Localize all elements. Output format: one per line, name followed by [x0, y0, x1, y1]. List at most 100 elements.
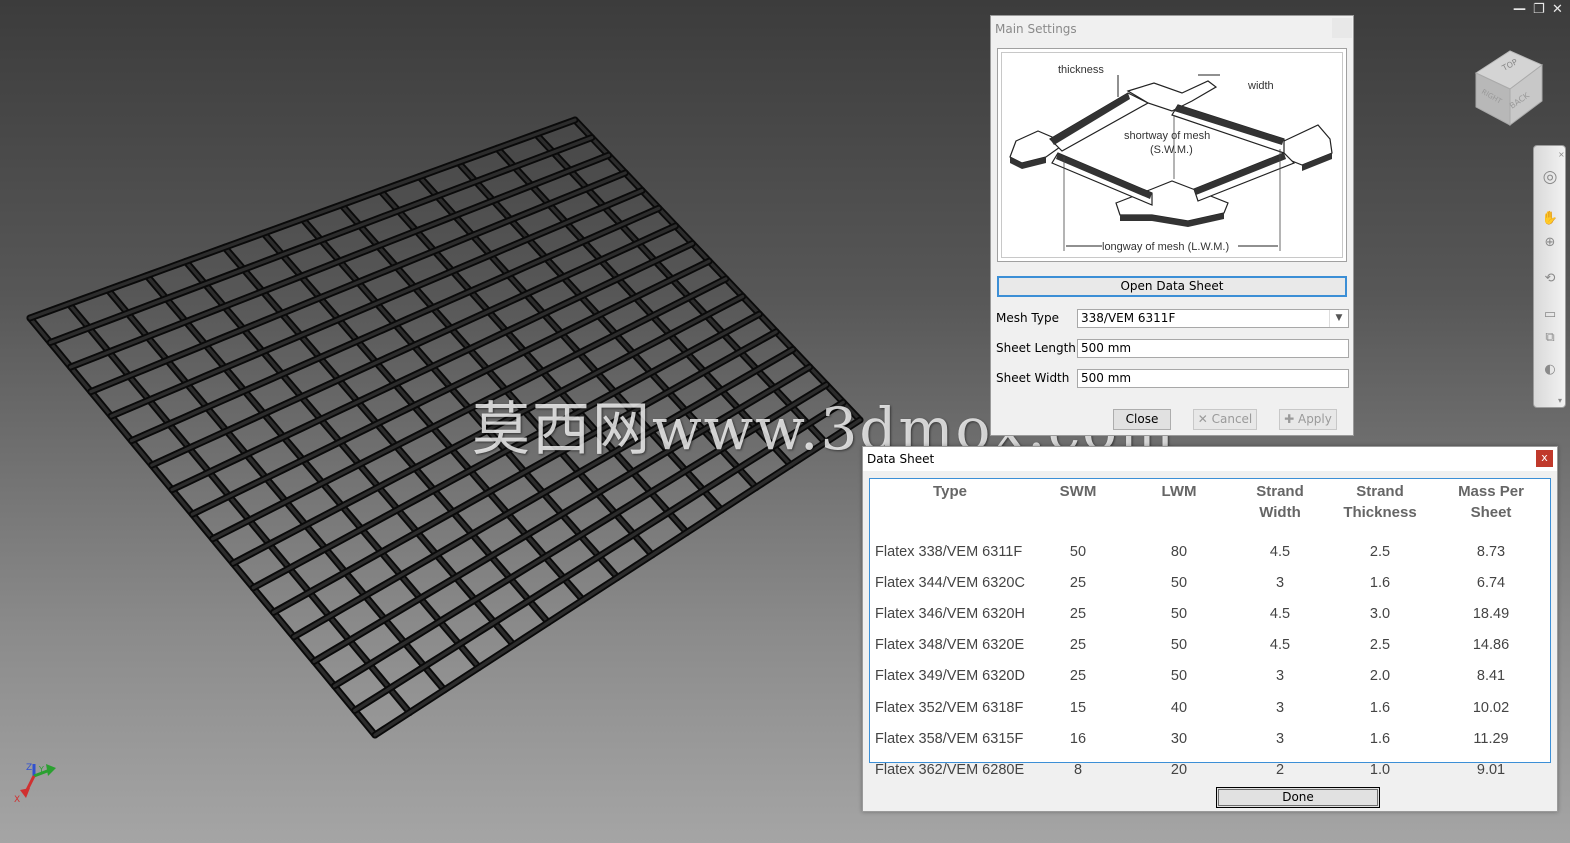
close-button[interactable]: Close	[1113, 409, 1171, 430]
table-header-row: Type SWM LWM Strand Width Strand Thickness…	[870, 479, 1550, 536]
axis-z-label: Z	[26, 763, 32, 773]
cell-mass-per-sheet: 11.29	[1473, 730, 1509, 747]
apply-button[interactable]: ✚ Apply	[1279, 409, 1337, 430]
cancel-label: Cancel	[1211, 412, 1253, 426]
swm-label-line2: (S.W.M.)	[1150, 144, 1193, 156]
restore-icon[interactable]: ❐	[1533, 2, 1545, 17]
cell-mass-per-sheet: 8.41	[1476, 668, 1506, 685]
cell-strand-width: 4.5	[1269, 637, 1291, 654]
sheet-width-input[interactable]: 500 mm	[1077, 369, 1349, 388]
mesh-diagram: thickness width shortway of mesh (S.W.M.…	[997, 48, 1347, 262]
cell-strand-thickness: 2.0	[1369, 668, 1391, 685]
thickness-label: thickness	[1058, 64, 1104, 76]
mesh-type-label: Mesh Type	[996, 311, 1059, 325]
cell-lwm: 50	[1170, 574, 1188, 591]
column-header-type: Type	[933, 483, 967, 500]
data-sheet-close-button[interactable]: x	[1536, 450, 1553, 467]
table-row[interactable]: Flatex 362/VEM 6280E 8 20 2 1.0 9.01	[870, 754, 1550, 785]
mesh-strand-highlight	[48, 136, 594, 345]
table-row[interactable]: Flatex 338/VEM 6311F 50 80 4.5 2.5 8.73	[870, 536, 1550, 567]
table-row[interactable]: Flatex 358/VEM 6315F 16 30 3 1.6 11.29	[870, 723, 1550, 754]
cell-lwm: 40	[1170, 699, 1188, 716]
mesh-strand-highlight	[573, 118, 862, 422]
cell-mass-per-sheet: 18.49	[1472, 605, 1510, 622]
cell-mass-per-sheet: 10.02	[1472, 699, 1510, 716]
table-row[interactable]: Flatex 348/VEM 6320E 25 50 4.5 2.5 14.86	[870, 630, 1550, 661]
cell-mass-per-sheet: 6.74	[1476, 574, 1506, 591]
cell-swm: 25	[1069, 668, 1087, 685]
close-icon[interactable]: ✕	[1552, 2, 1563, 17]
cell-strand-width: 3	[1275, 574, 1285, 591]
mesh-type-select[interactable]: 338/VEM 6311F ▼	[1077, 309, 1349, 328]
cell-lwm: 50	[1170, 605, 1188, 622]
viewcube[interactable]: TOP BACK RIGHT	[1470, 45, 1548, 129]
steering-wheel-icon[interactable]: ◎	[1541, 169, 1559, 186]
pan-icon[interactable]: ✋	[1541, 212, 1559, 226]
nav-bar-close-icon[interactable]: ×	[1558, 148, 1565, 162]
axis-y-label: Y	[38, 765, 44, 774]
open-data-sheet-button[interactable]: Open Data Sheet	[997, 276, 1347, 297]
cell-type: Flatex 362/VEM 6280E	[875, 761, 1025, 778]
table-row[interactable]: Flatex 346/VEM 6320H 25 50 4.5 3.0 18.49	[870, 598, 1550, 629]
table-row[interactable]: Flatex 352/VEM 6318F 15 40 3 1.6 10.02	[870, 692, 1550, 723]
cell-strand-thickness: 1.0	[1369, 761, 1391, 778]
cell-strand-width: 2	[1275, 761, 1285, 778]
dialog-title: Main Settings	[995, 22, 1077, 36]
apply-label: Apply	[1297, 412, 1332, 426]
cell-strand-width: 4.5	[1269, 543, 1291, 560]
mesh-strand-highlight	[68, 153, 611, 369]
minimize-icon[interactable]: —	[1513, 2, 1526, 17]
column-header-mass-per-sheet: Mass Per Sheet	[1458, 483, 1524, 521]
cell-type: Flatex 352/VEM 6318F	[875, 699, 1024, 716]
look-at-icon[interactable]: ▭	[1541, 308, 1559, 322]
lwm-label: longway of mesh (L.W.M.)	[1102, 241, 1229, 253]
cell-type: Flatex 358/VEM 6315F	[875, 730, 1024, 747]
cell-type: Flatex 344/VEM 6320C	[875, 574, 1025, 591]
done-button[interactable]: Done	[1216, 787, 1380, 808]
cell-swm: 15	[1069, 699, 1087, 716]
appearance-icon[interactable]: ◐	[1541, 363, 1559, 377]
data-sheet-table: Type SWM LWM Strand Width Strand Thickness…	[870, 479, 1550, 786]
cell-lwm: 50	[1170, 668, 1188, 685]
chevron-down-icon[interactable]: ▼	[1329, 310, 1348, 327]
cell-type: Flatex 346/VEM 6320H	[875, 605, 1025, 622]
axis-x-label: X	[14, 795, 20, 805]
cell-lwm: 80	[1170, 543, 1188, 560]
cell-swm: 16	[1069, 730, 1087, 747]
column-header-strand-thickness: Strand Thickness	[1343, 483, 1417, 521]
view-face-icon[interactable]: ⧉	[1541, 331, 1559, 345]
cell-mass-per-sheet: 8.73	[1476, 543, 1506, 560]
cell-type: Flatex 338/VEM 6311F	[875, 543, 1023, 560]
sheet-length-input[interactable]: 500 mm	[1077, 339, 1349, 358]
dialog-close-button[interactable]	[1332, 18, 1352, 38]
cell-swm: 25	[1069, 574, 1087, 591]
column-header-swm: SWM	[1059, 483, 1097, 500]
column-header-lwm: LWM	[1161, 483, 1197, 500]
mesh-strand-highlight	[28, 118, 577, 320]
column-header-strand-width: Strand Width	[1256, 483, 1304, 521]
nav-bar-menu-icon[interactable]: ▾	[1556, 394, 1564, 408]
swm-label-line1: shortway of mesh	[1124, 130, 1210, 142]
data-sheet-titlebar[interactable]: Data Sheet x	[863, 447, 1557, 471]
cell-type: Flatex 349/VEM 6320D	[875, 668, 1025, 685]
mesh-diagram-illustration: thickness width shortway of mesh (S.W.M.…	[1009, 64, 1333, 253]
mesh-strand-highlight	[145, 273, 481, 670]
navigation-bar: × ◎ ✋ ⊕ ⟲ ▭ ⧉ ◐ ▾	[1533, 145, 1566, 408]
cancel-button[interactable]: ✕ Cancel	[1193, 409, 1257, 430]
data-sheet-dialog: Data Sheet x Type SWM LWM Strand Width St…	[862, 446, 1558, 812]
cell-swm: 25	[1069, 637, 1087, 654]
sheet-length-label: Sheet Length	[996, 341, 1076, 355]
table-row[interactable]: Flatex 344/VEM 6320C 25 50 3 1.6 6.74	[870, 567, 1550, 598]
cell-lwm: 50	[1170, 637, 1188, 654]
mesh-strand-highlight	[373, 418, 862, 737]
cell-strand-width: 4.5	[1269, 605, 1291, 622]
cell-swm: 50	[1069, 543, 1087, 560]
zoom-icon[interactable]: ⊕	[1541, 236, 1559, 250]
table-row[interactable]: Flatex 349/VEM 6320D 25 50 3 2.0 8.41	[870, 661, 1550, 692]
cell-strand-width: 3	[1275, 668, 1285, 685]
sheet-width-label: Sheet Width	[996, 371, 1070, 385]
cell-mass-per-sheet: 9.01	[1476, 761, 1506, 778]
orbit-icon[interactable]: ⟲	[1541, 272, 1559, 286]
cell-swm: 8	[1073, 761, 1083, 778]
width-label: width	[1247, 80, 1274, 92]
